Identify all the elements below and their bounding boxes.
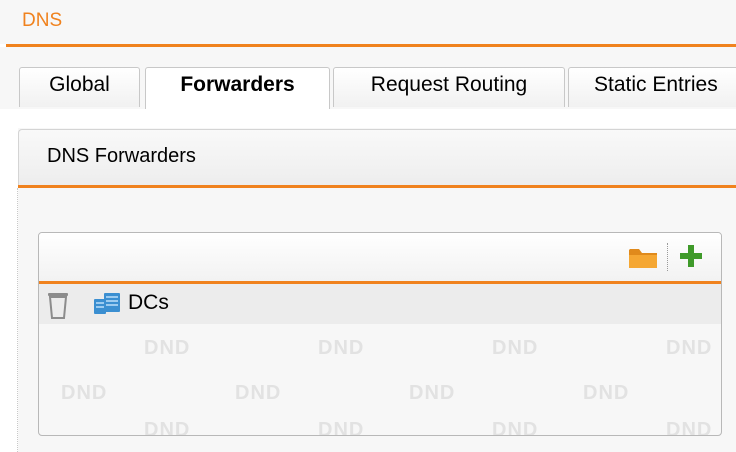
watermark: DND bbox=[61, 382, 108, 404]
tab-request-routing[interactable]: Request Routing bbox=[333, 67, 565, 107]
tab-forwarders[interactable]: Forwarders bbox=[145, 67, 330, 109]
watermark: DND bbox=[318, 419, 365, 436]
forwarders-list: DCs DND DND DND DND DND DND DND DND DND … bbox=[38, 232, 722, 436]
watermark: DND bbox=[492, 419, 539, 436]
watermark: DND bbox=[492, 337, 539, 359]
watermark: DND bbox=[144, 419, 191, 436]
page-title: DNS bbox=[22, 10, 63, 31]
tab-global[interactable]: Global bbox=[19, 67, 140, 107]
watermark: DND bbox=[144, 337, 191, 359]
tab-static-entries[interactable]: Static Entries bbox=[568, 67, 736, 107]
watermark: DND bbox=[666, 419, 713, 436]
watermark: DND bbox=[318, 337, 365, 359]
list-toolbar bbox=[39, 233, 721, 281]
page-header: DNS bbox=[0, 0, 736, 44]
watermark: DND bbox=[235, 382, 282, 404]
server-icon bbox=[92, 290, 122, 318]
section-title: DNS Forwarders bbox=[47, 145, 196, 167]
section-divider bbox=[18, 185, 736, 188]
list-item[interactable]: DCs bbox=[39, 284, 721, 324]
toolbar-separator bbox=[667, 243, 668, 271]
list-item-label: DCs bbox=[128, 291, 169, 314]
panel-left-border bbox=[17, 188, 18, 452]
watermark: DND bbox=[583, 382, 630, 404]
plus-icon[interactable] bbox=[677, 242, 705, 270]
trash-icon[interactable] bbox=[47, 290, 69, 320]
watermark: DND bbox=[666, 337, 713, 359]
folder-icon[interactable] bbox=[627, 244, 659, 270]
watermark: DND bbox=[409, 382, 456, 404]
